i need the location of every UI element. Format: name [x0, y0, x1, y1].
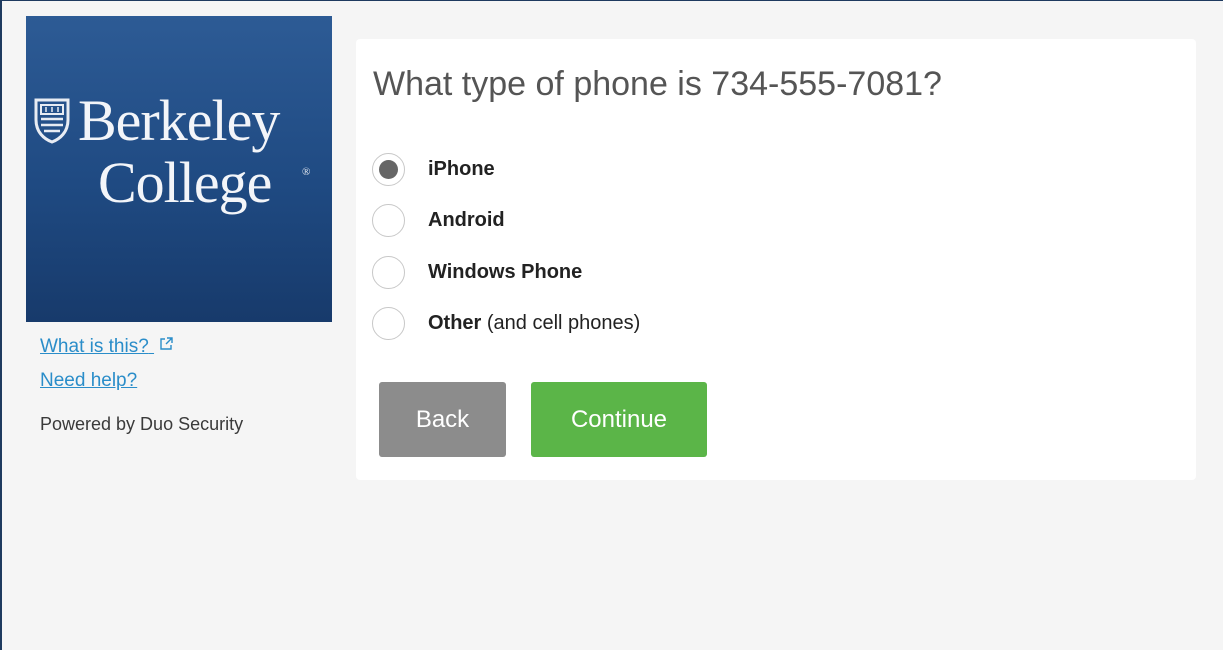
option-iphone[interactable]: iPhone — [372, 152, 640, 186]
berkeley-college-logo: Berkeley College ® — [26, 16, 332, 322]
need-help-link[interactable]: Need help? — [40, 370, 334, 392]
radio-iphone[interactable] — [372, 152, 405, 186]
phone-type-card: What type of phone is 734-555-7081? iPho… — [356, 39, 1196, 480]
logo-registered-mark: ® — [302, 166, 311, 178]
option-label: Other — [428, 312, 482, 334]
help-links: What is this? Need help? — [40, 336, 334, 392]
logo-text-line1: Berkeley — [78, 88, 280, 153]
phone-type-options: iPhone Android Windows Phone Other (and … — [372, 152, 640, 358]
what-is-this-link[interactable]: What is this? — [40, 336, 334, 358]
option-label: Windows Phone — [428, 260, 583, 283]
option-windows-phone[interactable]: Windows Phone — [372, 255, 640, 289]
back-button[interactable]: Back — [379, 382, 506, 457]
external-link-icon — [160, 337, 173, 350]
logo-text-line2: College — [98, 150, 272, 215]
page-title: What type of phone is 734-555-7081? — [373, 65, 942, 103]
option-label: iPhone — [428, 157, 495, 180]
left-panel: Berkeley College ® What is this? Need he… — [26, 16, 334, 435]
action-buttons: Back Continue — [379, 382, 707, 457]
option-other[interactable]: Other (and cell phones) — [372, 307, 640, 341]
continue-button[interactable]: Continue — [531, 382, 707, 457]
radio-android[interactable] — [372, 204, 405, 237]
radio-windows-phone[interactable] — [372, 255, 405, 289]
shield-icon — [34, 98, 70, 144]
option-android[interactable]: Android — [372, 204, 640, 238]
powered-by-text: Powered by Duo Security — [40, 414, 244, 434]
option-suffix: (and cell phones) — [481, 312, 641, 334]
option-label: Android — [428, 209, 505, 231]
what-is-this-label: What is this? — [40, 336, 149, 357]
radio-other[interactable] — [372, 307, 405, 340]
